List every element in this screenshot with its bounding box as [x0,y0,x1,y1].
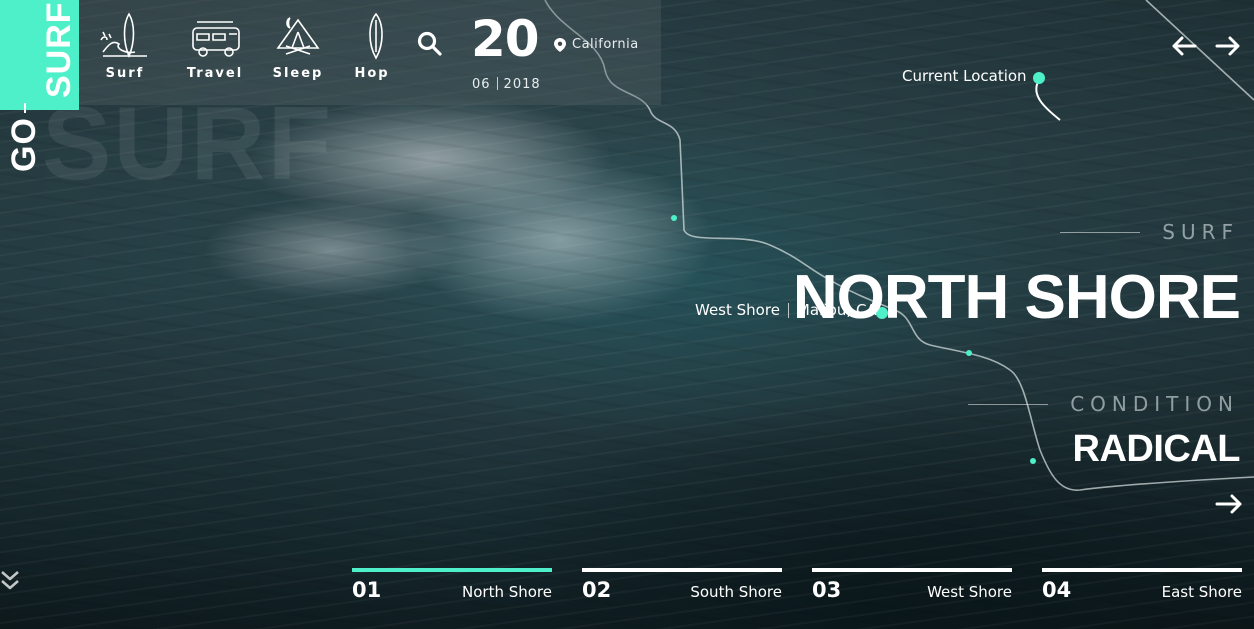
brand-go-text: GO [5,117,43,172]
current-location-label: Current Location [902,67,1027,85]
tab-label: West Shore [927,583,1012,601]
details-next-button[interactable] [1214,492,1244,516]
kicker-rule [968,403,1049,405]
brand-logo[interactable]: SURF GO [0,0,79,200]
current-location-dot [1033,72,1045,84]
nav-item-travel[interactable]: Travel [180,12,250,81]
double-chevron-down-icon [1,571,19,590]
map-dot [1030,458,1036,464]
tab-west-shore[interactable]: 03 West Shore [812,568,1012,608]
date-month-year: 06 2018 [472,77,541,92]
arrow-right-icon [1215,494,1242,514]
spot-kicker: SURF [1060,220,1239,244]
arrow-right-icon [1215,36,1240,56]
map-pin-icon [554,37,566,52]
search-button[interactable] [416,30,444,58]
date-day: 20 [471,10,540,68]
tab-north-shore[interactable]: 01 North Shore [352,568,552,608]
nav-label: Hop [354,66,390,81]
brand-watermark: SURF [42,86,334,202]
prev-slide-button[interactable] [1170,34,1198,58]
date-year: 2018 [503,77,541,92]
condition-kicker: CONDITION [968,392,1239,416]
tab-label: North Shore [462,583,552,601]
marker-left-text: West Shore [695,301,780,319]
map-marker-label: West Shore Malibu, CA [695,301,877,319]
condition-value: RADICAL [1072,428,1241,470]
map-dot [966,350,972,356]
spot-title: NORTH SHORE [792,263,1241,332]
brand-dash [24,103,26,113]
marker-separator [787,302,789,318]
tab-south-shore[interactable]: 02 South Shore [582,568,782,608]
tab-label: South Shore [690,583,782,601]
tab-east-shore[interactable]: 04 East Shore [1042,568,1242,608]
next-slide-button[interactable] [1214,34,1242,58]
tab-number: 02 [582,578,612,602]
map-dot [671,215,677,221]
surfboard-splash-icon [100,12,147,59]
nav-item-surf[interactable]: Surf [90,12,160,81]
marker-right-text: Malibu, CA [796,301,877,319]
tab-number: 03 [812,578,842,602]
search-icon [417,31,442,56]
nav-item-sleep[interactable]: Sleep [263,12,333,81]
nav-label: Travel [186,66,244,81]
arrow-left-icon [1172,36,1197,56]
tab-label: East Shore [1161,583,1242,601]
van-icon [192,21,240,57]
kicker-rule [1060,231,1141,233]
tab-number: 04 [1042,578,1072,602]
condition-kicker-text: CONDITION [1070,392,1239,416]
brand-surf-text: SURF [40,1,78,98]
nav-item-hop[interactable]: Hop [337,12,407,81]
date-month: 06 [472,77,491,92]
nav-label: Sleep [272,66,324,81]
location-text: California [572,37,639,52]
scroll-down-button[interactable] [0,568,22,596]
date-separator [496,77,498,90]
spot-kicker-text: SURF [1162,220,1239,244]
surfboard-icon [369,12,383,60]
current-location-tail [1035,79,1061,121]
campsite-icon [276,17,320,55]
nav-label: Surf [105,66,145,81]
tab-number: 01 [352,578,382,602]
location-label[interactable]: California [554,37,639,52]
